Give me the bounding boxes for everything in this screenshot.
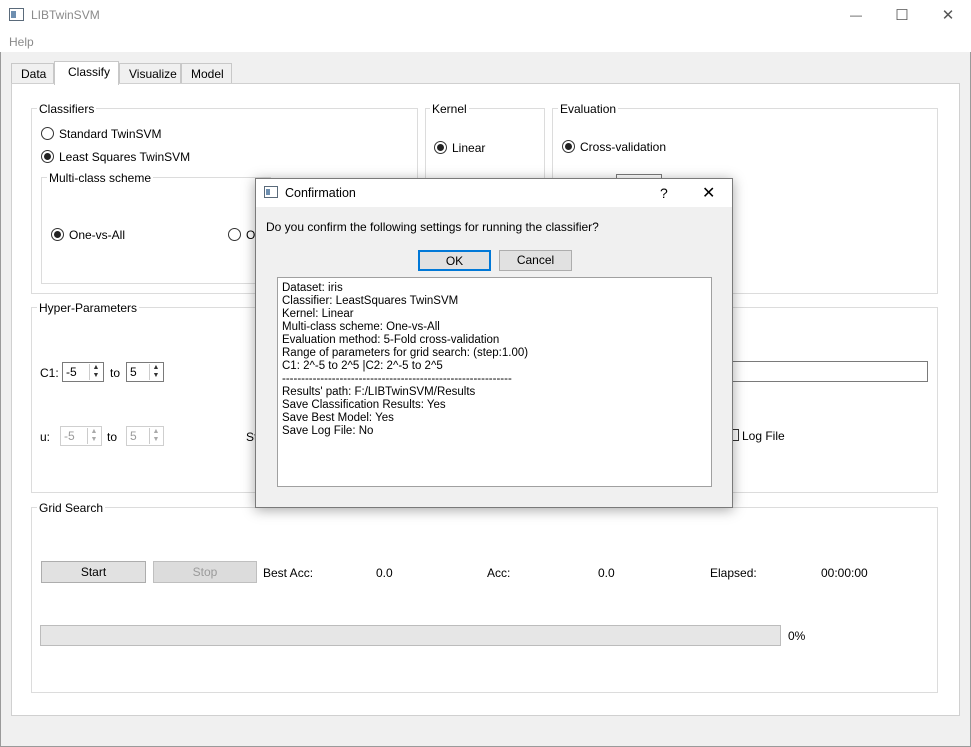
maximize-button[interactable]: ☐ <box>879 0 925 30</box>
dialog-title: Confirmation <box>285 186 356 200</box>
c1-to-label: to <box>110 366 121 380</box>
results-path-field[interactable] <box>731 361 928 382</box>
settings-summary[interactable]: Dataset: iris Classifier: LeastSquares T… <box>277 277 712 487</box>
standard-twinsvm-label: Standard TwinSVM <box>59 127 162 141</box>
least-squares-twinsvm-label: Least Squares TwinSVM <box>59 150 191 164</box>
elapsed-label: Elapsed: <box>710 566 757 580</box>
spin-arrows-icon[interactable]: ▲ ▼ <box>87 428 100 444</box>
menu-help[interactable]: Help <box>9 35 34 49</box>
confirmation-dialog: Confirmation ? ✕ Do you confirm the foll… <box>255 178 733 508</box>
classifiers-title: Classifiers <box>37 102 97 116</box>
ok-button[interactable]: OK <box>418 250 491 271</box>
acc-value: 0.0 <box>598 566 615 580</box>
spin-arrows-icon[interactable]: ▲ ▼ <box>149 364 162 380</box>
stop-button[interactable]: Stop <box>153 561 257 583</box>
tab-classify[interactable]: Classify <box>54 61 119 85</box>
cross-validation-radio[interactable] <box>562 140 575 153</box>
progress-percent: 0% <box>788 629 806 643</box>
dialog-app-icon <box>264 186 278 198</box>
c1-to-spinbox[interactable]: 5 ▲ ▼ <box>126 362 164 382</box>
dialog-question: Do you confirm the following settings fo… <box>266 220 599 234</box>
title-bar <box>0 0 971 30</box>
tab-model[interactable]: Model <box>181 63 232 84</box>
log-file-label: Log File <box>742 429 785 443</box>
linear-kernel-label: Linear <box>452 141 486 155</box>
u-to-label: to <box>107 430 118 444</box>
c1-from-value: -5 <box>66 365 77 379</box>
u-from-value: -5 <box>64 429 75 443</box>
u-to-spinbox[interactable]: 5 ▲ ▼ <box>126 426 164 446</box>
best-acc-label: Best Acc: <box>263 566 314 580</box>
elapsed-value: 00:00:00 <box>821 566 868 580</box>
window-title: LIBTwinSVM <box>31 8 100 22</box>
u-to-value: 5 <box>130 429 137 443</box>
progress-bar <box>40 625 781 646</box>
minimize-button[interactable]: — <box>833 0 879 30</box>
c1-label: C1: <box>40 366 59 380</box>
spin-arrows-icon[interactable]: ▲ ▼ <box>149 428 162 444</box>
least-squares-twinsvm-radio[interactable] <box>41 150 54 163</box>
c1-from-spinbox[interactable]: -5 ▲ ▼ <box>62 362 104 382</box>
close-icon: ✕ <box>941 7 955 24</box>
menu-bar <box>0 30 971 52</box>
grid-search-title: Grid Search <box>37 501 106 515</box>
grid-search-group <box>31 507 938 693</box>
app-icon <box>9 8 24 21</box>
acc-label: Acc: <box>487 566 511 580</box>
tab-visualize[interactable]: Visualize <box>119 63 181 84</box>
one-vs-all-label: One-vs-All <box>69 228 126 242</box>
best-acc-value: 0.0 <box>376 566 393 580</box>
close-icon: ✕ <box>702 185 716 202</box>
start-button[interactable]: Start <box>41 561 146 583</box>
multiclass-title: Multi-class scheme <box>47 171 154 185</box>
close-button[interactable]: ✕ <box>925 0 971 30</box>
hyperparameters-title: Hyper-Parameters <box>37 301 140 315</box>
one-vs-one-radio[interactable] <box>228 228 241 241</box>
minimize-icon: — <box>850 8 862 22</box>
one-vs-all-radio[interactable] <box>51 228 64 241</box>
kernel-title: Kernel <box>430 102 469 116</box>
maximize-icon: ☐ <box>895 7 909 24</box>
evaluation-title: Evaluation <box>558 102 619 116</box>
one-vs-one-label: O <box>246 228 256 242</box>
dialog-close-button[interactable]: ✕ <box>702 183 715 203</box>
standard-twinsvm-radio[interactable] <box>41 127 54 140</box>
c1-to-value: 5 <box>130 365 137 379</box>
tab-data[interactable]: Data <box>11 63 54 84</box>
cross-validation-label: Cross-validation <box>580 140 667 154</box>
u-label: u: <box>40 430 51 444</box>
spin-arrows-icon[interactable]: ▲ ▼ <box>89 364 102 380</box>
u-from-spinbox[interactable]: -5 ▲ ▼ <box>60 426 102 446</box>
linear-kernel-radio[interactable] <box>434 141 447 154</box>
dialog-help-button[interactable]: ? <box>660 185 668 201</box>
cancel-button[interactable]: Cancel <box>499 250 572 271</box>
